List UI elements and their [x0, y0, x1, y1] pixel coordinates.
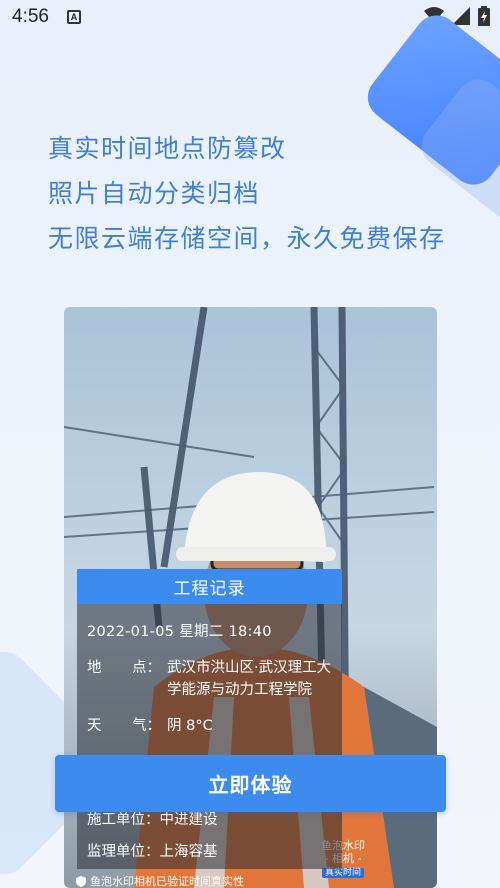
- headline-line-3: 无限云端存储空间，永久免费保存: [48, 224, 446, 253]
- record-location-label: 地 点：: [87, 657, 167, 701]
- verification-footer: 鱼泡水印相机已验证时间真实性: [76, 874, 244, 888]
- watermark-badge: 真实时间: [321, 868, 364, 878]
- record-location-row: 地 点： 武汉市洪山区·武汉理工大学能源与动力工程学院: [87, 657, 332, 701]
- record-datetime: 2022-01-05 星期二 18:40: [87, 624, 272, 640]
- status-time: 4:56: [12, 6, 49, 27]
- headline-line-1: 真实时间地点防篡改: [48, 134, 287, 163]
- label-char: 点：: [132, 660, 161, 676]
- signal-icon: [452, 7, 470, 25]
- feature-headline: 真实时间地点防篡改 照片自动分类归档 无限云端存储空间，永久免费保存: [48, 126, 446, 261]
- record-supervision-label: 监理单位：: [87, 843, 160, 860]
- record-supervision-row: 监理单位： 上海容基: [87, 835, 218, 865]
- record-weather-value: 阴 8°C: [167, 718, 213, 734]
- try-now-button[interactable]: 立即体验: [55, 755, 446, 812]
- record-location-value: 武汉市洪山区·武汉理工大学能源与动力工程学院: [167, 660, 332, 698]
- battery-icon: [478, 6, 490, 26]
- app-notification-icon: A: [66, 10, 81, 24]
- record-weather-row: 天 气： 阴 8°C: [87, 715, 332, 737]
- shield-icon: [76, 875, 86, 887]
- label-char: 气：: [132, 718, 161, 734]
- record-supervision-value: 上海容基: [159, 843, 218, 860]
- label-char: 天: [87, 718, 102, 734]
- headline-line-2: 照片自动分类归档: [48, 179, 261, 208]
- record-lower-rows: 施工单位： 中进建设 监理单位： 上海容基: [87, 803, 218, 867]
- record-weather-label: 天 气：: [87, 715, 167, 737]
- record-body: 2022-01-05 星期二 18:40 地 点： 武汉市洪山区·武汉理工大学能…: [77, 604, 342, 761]
- verification-text: 鱼泡水印相机已验证时间真实性: [90, 875, 244, 888]
- label-char: 地: [87, 660, 102, 676]
- record-title: 工程记录: [77, 569, 342, 604]
